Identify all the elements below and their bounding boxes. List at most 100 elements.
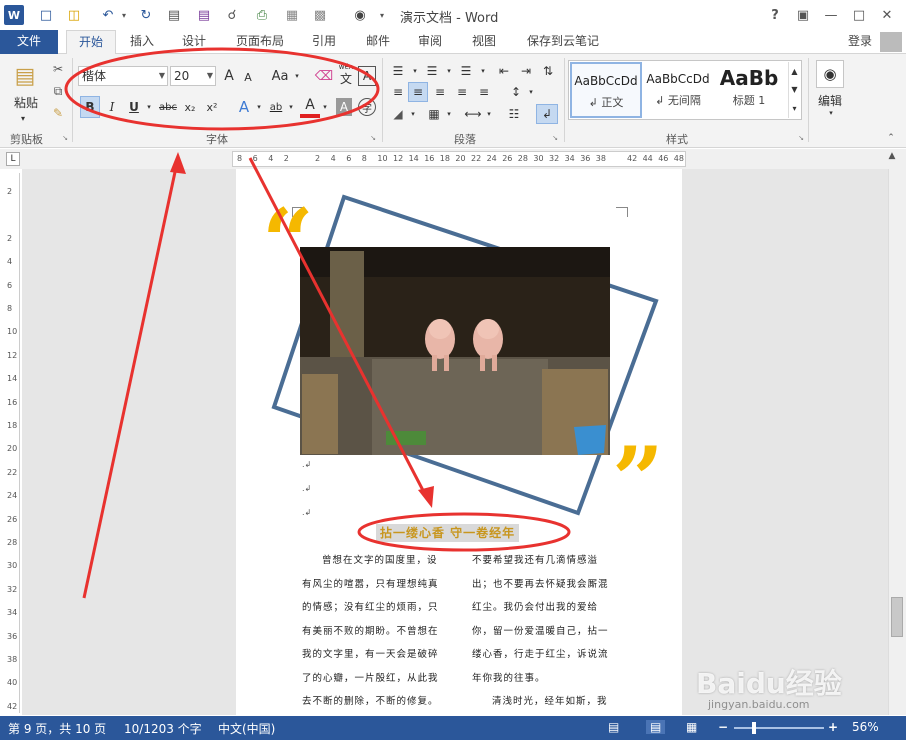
maximize-icon[interactable]: □ xyxy=(846,4,872,26)
tab-view[interactable]: 视图 xyxy=(464,30,504,54)
styles-more-icon[interactable]: ▾ xyxy=(788,98,800,118)
font-color-dropdown-icon[interactable]: ▾ xyxy=(320,100,330,114)
highlight-color-button[interactable]: ab xyxy=(266,96,286,118)
multilevel-list-icon[interactable]: ☰ xyxy=(456,62,476,80)
customize-qat-icon[interactable]: ▾ xyxy=(372,5,392,25)
multilevel-dropdown-icon[interactable]: ▾ xyxy=(478,62,488,80)
find-binoculars-icon[interactable]: ◉ xyxy=(350,5,370,25)
zoom-out-icon[interactable]: − xyxy=(718,720,728,734)
open-folder-icon[interactable]: ◫ xyxy=(64,5,84,25)
vertical-ruler[interactable]: 2 2 4 6 8 10 12 14 16 18 20 22 24 26 28 30 32 34 36 38 40 42 xyxy=(4,173,20,713)
tab-home[interactable]: 开始 xyxy=(66,30,116,55)
character-border-button[interactable]: A xyxy=(358,66,376,86)
word-count[interactable]: 10/1203 个字 xyxy=(124,720,202,737)
table-icon[interactable]: ▦ xyxy=(282,5,302,25)
borders-icon[interactable]: ▦ xyxy=(424,104,444,124)
asian-typography-icon[interactable]: ☷ xyxy=(504,104,524,124)
ribbon-display-options-icon[interactable]: ▣ xyxy=(790,4,816,26)
font-launcher-icon[interactable]: ↘ xyxy=(368,133,378,143)
photo-pigs[interactable] xyxy=(300,247,610,455)
web-layout-icon[interactable]: ▦ xyxy=(686,720,697,734)
save-as-icon[interactable]: ▤ xyxy=(194,5,214,25)
login-link[interactable]: 登录 xyxy=(840,30,880,54)
chevron-down-icon[interactable]: ▼ xyxy=(207,67,213,85)
superscript-button[interactable]: x² xyxy=(202,96,222,118)
chinese-layout-dropdown-icon[interactable]: ▾ xyxy=(484,106,494,122)
show-paragraph-marks-icon[interactable]: ↲ xyxy=(536,104,558,124)
paste-icon[interactable]: ▤ xyxy=(8,60,42,92)
tab-file[interactable]: 文件 xyxy=(0,30,58,54)
font-name-combo[interactable]: 楷体 ▼ xyxy=(78,66,168,86)
print-preview-icon[interactable]: ☌ xyxy=(222,5,242,25)
close-icon[interactable]: ✕ xyxy=(874,4,900,26)
sort-icon[interactable]: ⇅ xyxy=(538,62,558,80)
text-effects-dropdown-icon[interactable]: ▾ xyxy=(254,100,264,114)
collapse-ribbon-icon[interactable]: ⌃ xyxy=(884,132,898,144)
tab-save-to-cloud-notes[interactable]: 保存到云笔记 xyxy=(518,30,608,54)
paste-dropdown-icon[interactable]: ▾ xyxy=(12,112,34,124)
italic-button[interactable]: I xyxy=(102,96,122,118)
tab-review[interactable]: 审阅 xyxy=(410,30,450,54)
distributed-icon[interactable]: ≡ xyxy=(474,82,494,102)
print-layout-icon[interactable]: ▤ xyxy=(646,720,666,734)
quick-print-icon[interactable]: ⎙ xyxy=(252,5,272,25)
new-document-icon[interactable]: □ xyxy=(36,5,56,25)
numbering-dropdown-icon[interactable]: ▾ xyxy=(444,62,454,80)
document-heading[interactable]: 拈一缕心香 守一卷经年 xyxy=(376,524,520,542)
underline-dropdown-icon[interactable]: ▾ xyxy=(144,100,154,114)
tab-page-layout[interactable]: 页面布局 xyxy=(230,30,290,54)
underline-button[interactable]: U xyxy=(124,96,144,118)
shrink-font-button[interactable]: A xyxy=(240,68,256,86)
bullets-icon[interactable]: ☰ xyxy=(388,62,408,80)
format-painter-icon[interactable]: ✎ xyxy=(48,104,68,122)
editing-button[interactable]: 编辑 xyxy=(812,92,848,108)
ruler-scroll-up-icon[interactable]: ▲ xyxy=(884,151,900,167)
clipboard-launcher-icon[interactable]: ↘ xyxy=(60,133,70,143)
bold-button[interactable]: B xyxy=(80,96,100,118)
align-right-icon[interactable]: ≡ xyxy=(430,82,450,102)
styles-launcher-icon[interactable]: ↘ xyxy=(796,133,806,143)
horizontal-ruler[interactable]: 8 6 4 2 2 4 6 8 10 12 14 16 18 20 22 24 26 28 30 32 34 36 38 42… xyxy=(232,151,686,167)
font-size-combo[interactable]: 20 ▼ xyxy=(170,66,216,86)
repeat-icon[interactable]: ↻ xyxy=(136,5,156,25)
align-center-icon[interactable]: ≡ xyxy=(408,82,428,102)
styles-scroll-up-icon[interactable]: ▲ xyxy=(788,62,800,80)
zoom-slider[interactable] xyxy=(734,727,824,729)
help-button[interactable]: ? xyxy=(762,4,788,26)
vertical-scrollbar[interactable] xyxy=(888,169,906,715)
styles-scroll-down-icon[interactable]: ▼ xyxy=(788,80,800,98)
tab-references[interactable]: 引用 xyxy=(304,30,344,54)
undo-dropdown-icon[interactable]: ▾ xyxy=(114,5,134,25)
style-heading-1[interactable]: AaBb 标题 1 xyxy=(714,62,784,118)
text-effects-button[interactable]: A xyxy=(234,96,254,118)
language[interactable]: 中文(中国) xyxy=(218,720,275,737)
clear-formatting-icon[interactable]: ⌫ xyxy=(314,66,334,86)
justify-icon[interactable]: ≡ xyxy=(452,82,472,102)
tab-selector[interactable]: L xyxy=(6,152,20,166)
page-count[interactable]: 第 9 页，共 10 页 xyxy=(8,720,106,737)
change-case-dropdown-icon[interactable]: ▾ xyxy=(292,70,302,82)
borders-icon[interactable]: ▩ xyxy=(310,5,330,25)
tab-design[interactable]: 设计 xyxy=(174,30,214,54)
shading-dropdown-icon[interactable]: ▾ xyxy=(408,106,418,122)
word-logo-icon[interactable]: W xyxy=(4,5,24,25)
zoom-level[interactable]: 56% xyxy=(852,720,879,734)
increase-indent-icon[interactable]: ⇥ xyxy=(516,62,536,80)
grow-font-button[interactable]: A xyxy=(220,66,238,86)
avatar[interactable] xyxy=(880,32,902,52)
scrollbar-thumb[interactable] xyxy=(891,597,903,637)
copy-icon[interactable]: ⧉ xyxy=(48,82,68,100)
minimize-icon[interactable]: — xyxy=(818,4,844,26)
align-left-icon[interactable]: ≡ xyxy=(388,82,408,102)
change-case-button[interactable]: Aa xyxy=(268,66,292,86)
enclose-characters-button[interactable]: 字 xyxy=(358,98,376,116)
read-mode-icon[interactable]: ▤ xyxy=(608,720,619,734)
numbering-icon[interactable]: ☰ xyxy=(422,62,442,80)
highlight-dropdown-icon[interactable]: ▾ xyxy=(286,100,296,114)
subscript-button[interactable]: x₂ xyxy=(180,96,200,118)
style-normal[interactable]: AaBbCcDd ↲ 正文 xyxy=(570,62,642,118)
strikethrough-button[interactable]: abc xyxy=(156,96,180,118)
tab-insert[interactable]: 插入 xyxy=(122,30,162,54)
tab-mailings[interactable]: 邮件 xyxy=(358,30,398,54)
line-spacing-icon[interactable]: ↕ xyxy=(506,82,526,102)
